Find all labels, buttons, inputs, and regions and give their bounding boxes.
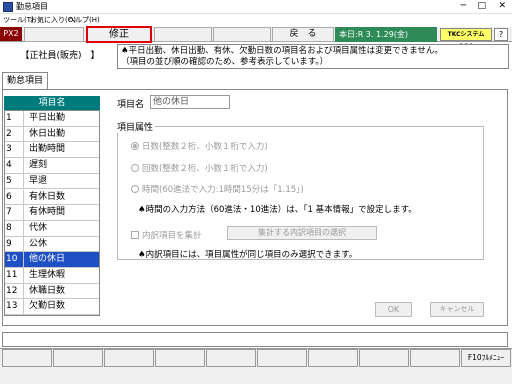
radio-days-indicator[interactable] xyxy=(131,142,139,150)
menu-help[interactable]: ヘルプ(H) xyxy=(68,15,100,25)
status-bar xyxy=(2,332,508,347)
back-button[interactable]: 戻 る xyxy=(272,27,334,42)
function-key-8[interactable] xyxy=(359,349,409,367)
breakdown-checkbox-box[interactable] xyxy=(131,231,139,239)
list-item-number: 12 xyxy=(6,283,24,299)
list-item-label: 有休日数 xyxy=(29,191,66,202)
function-key-1[interactable] xyxy=(2,349,52,367)
function-key-4[interactable] xyxy=(155,349,205,367)
list-item-number: 2 xyxy=(6,126,24,142)
list-header: 項目名 xyxy=(4,96,100,110)
item-list: 1 平日出勤 2 休日出勤 3 出勤時間 4 遅刻 5 早退 6 有休日数 7 有休時間 8 代休 9 公休 10 他… xyxy=(4,110,100,316)
list-item[interactable]: 7 有休時間 xyxy=(5,205,99,221)
attribute-group-title: 項目属性 xyxy=(117,120,156,133)
maximize-button[interactable]: □ xyxy=(477,1,486,11)
list-item-label: 有休時間 xyxy=(29,207,66,218)
radio-hours-label: 時間(60進法で入力:1時間15分は「1.15」) xyxy=(142,185,304,195)
list-item-number: 3 xyxy=(6,142,24,158)
list-item[interactable]: 5 早退 xyxy=(5,173,99,190)
list-item[interactable]: 11 生理休暇 xyxy=(5,268,99,284)
date-display: 本日:R 3. 1.29(金) xyxy=(335,27,437,42)
list-item[interactable]: 4 遅刻 xyxy=(5,158,99,174)
function-key-3[interactable] xyxy=(104,349,154,367)
function-key-5[interactable] xyxy=(206,349,256,367)
breakdown-checkbox[interactable]: 内訳項目を集計 xyxy=(131,229,202,241)
list-item[interactable]: 9 公休 xyxy=(5,236,99,253)
function-key-10[interactable]: F10ﾌﾙﾒﾆｭｰ xyxy=(461,349,511,367)
list-item-label: 代休 xyxy=(29,222,48,233)
employee-category: 【正社員(販売) 】 xyxy=(20,51,100,61)
list-item-number: 5 xyxy=(6,173,24,189)
list-item-number: 6 xyxy=(6,189,24,205)
list-item[interactable]: 8 代休 xyxy=(5,220,99,237)
notice-box: ♠平日出勤、休日出勤、有休、欠勤日数の項目名および項目属性は変更できません。 （… xyxy=(117,44,509,69)
radio-hours-indicator[interactable] xyxy=(131,185,139,193)
list-item[interactable]: 13 欠勤日数 xyxy=(5,299,99,316)
list-item-label: 平日出勤 xyxy=(29,113,66,123)
list-item-label: 遅刻 xyxy=(29,160,48,171)
ok-button[interactable]: OK xyxy=(375,302,412,317)
function-key-7[interactable] xyxy=(308,349,358,367)
list-item[interactable]: 12 休職日数 xyxy=(5,283,99,300)
radio-hours[interactable]: 時間(60進法で入力:1時間15分は「1.15」) xyxy=(131,183,304,195)
list-item-number: 9 xyxy=(6,236,24,252)
list-item[interactable]: 2 休日出勤 xyxy=(5,126,99,143)
title-bar xyxy=(0,0,512,14)
radio-times-label: 回数(整数２桁、小数１桁で入力) xyxy=(142,164,268,174)
help-icon[interactable]: ? xyxy=(494,28,508,41)
list-item-label: 生理休暇 xyxy=(29,270,66,280)
app-icon xyxy=(3,2,13,12)
edit-button[interactable]: 修正 xyxy=(86,26,152,43)
toolbar-slot-3[interactable] xyxy=(154,27,212,42)
list-item-label: 出勤時間 xyxy=(29,144,66,155)
list-item-label: 欠勤日数 xyxy=(29,301,66,312)
list-item[interactable]: 1 平日出勤 xyxy=(5,111,99,127)
list-item-label: 他の休日 xyxy=(29,254,66,265)
time-input-note: ♠時間の入力方法（60進法・10進法）は、「1 基本情報」で設定します。 xyxy=(138,205,417,215)
radio-days[interactable]: 日数(整数２桁、小数１桁で入力) xyxy=(131,140,268,152)
list-item[interactable]: 10 他の休日 xyxy=(5,252,99,268)
list-item-number: 4 xyxy=(6,158,24,174)
list-item-number: 8 xyxy=(6,220,24,236)
radio-days-label: 日数(整数２桁、小数１桁で入力) xyxy=(142,142,268,152)
select-breakdown-button[interactable]: 集計する内訳項目の選択 xyxy=(227,226,377,240)
function-key-9[interactable] xyxy=(410,349,460,367)
list-item-label: 休職日数 xyxy=(29,285,66,296)
function-key-6[interactable] xyxy=(257,349,307,367)
list-item-number: 1 xyxy=(6,111,24,126)
tab-attendance-items[interactable]: 勤怠項目 xyxy=(2,72,48,89)
minimize-button[interactable]: ─ xyxy=(461,1,466,11)
list-item-label: 公休 xyxy=(29,238,48,249)
notice-line-1: ♠平日出勤、休日出勤、有休、欠勤日数の項目名および項目属性は変更できません。 xyxy=(121,46,443,56)
list-item-number: 10 xyxy=(6,252,24,268)
list-item-number: 11 xyxy=(6,268,24,283)
list-item-number: 7 xyxy=(6,205,24,221)
qa-button[interactable]: TKCシステムQ&A xyxy=(440,28,492,50)
item-name-field[interactable]: 他の休日 xyxy=(150,95,230,109)
window-title: 勤怠項目 xyxy=(16,2,48,11)
function-key-2[interactable] xyxy=(53,349,103,367)
list-item-label: 早退 xyxy=(29,175,48,186)
radio-times[interactable]: 回数(整数２桁、小数１桁で入力) xyxy=(131,162,268,174)
radio-times-indicator[interactable] xyxy=(131,164,139,172)
item-name-label: 項目名 xyxy=(117,100,145,110)
list-item[interactable]: 3 出勤時間 xyxy=(5,142,99,159)
bottom-strip xyxy=(0,368,512,384)
breakdown-checkbox-label: 内訳項目を集計 xyxy=(142,231,202,241)
breakdown-note: ♠内訳項目には、項目属性が同じ項目のみ選択できます。 xyxy=(138,250,358,260)
list-item-label: 休日出勤 xyxy=(29,128,66,139)
list-item-number: 13 xyxy=(6,299,24,315)
toolbar-slot-1[interactable] xyxy=(24,27,84,42)
toolbar-slot-4[interactable] xyxy=(213,27,271,42)
notice-line-2: （項目の並び順の確認のため、参考表示しています。） xyxy=(121,57,329,67)
mode-badge: PX2 xyxy=(0,27,22,41)
list-item[interactable]: 6 有休日数 xyxy=(5,189,99,206)
close-button[interactable]: ✕ xyxy=(498,1,506,11)
cancel-button[interactable]: キャンセル xyxy=(430,302,484,317)
